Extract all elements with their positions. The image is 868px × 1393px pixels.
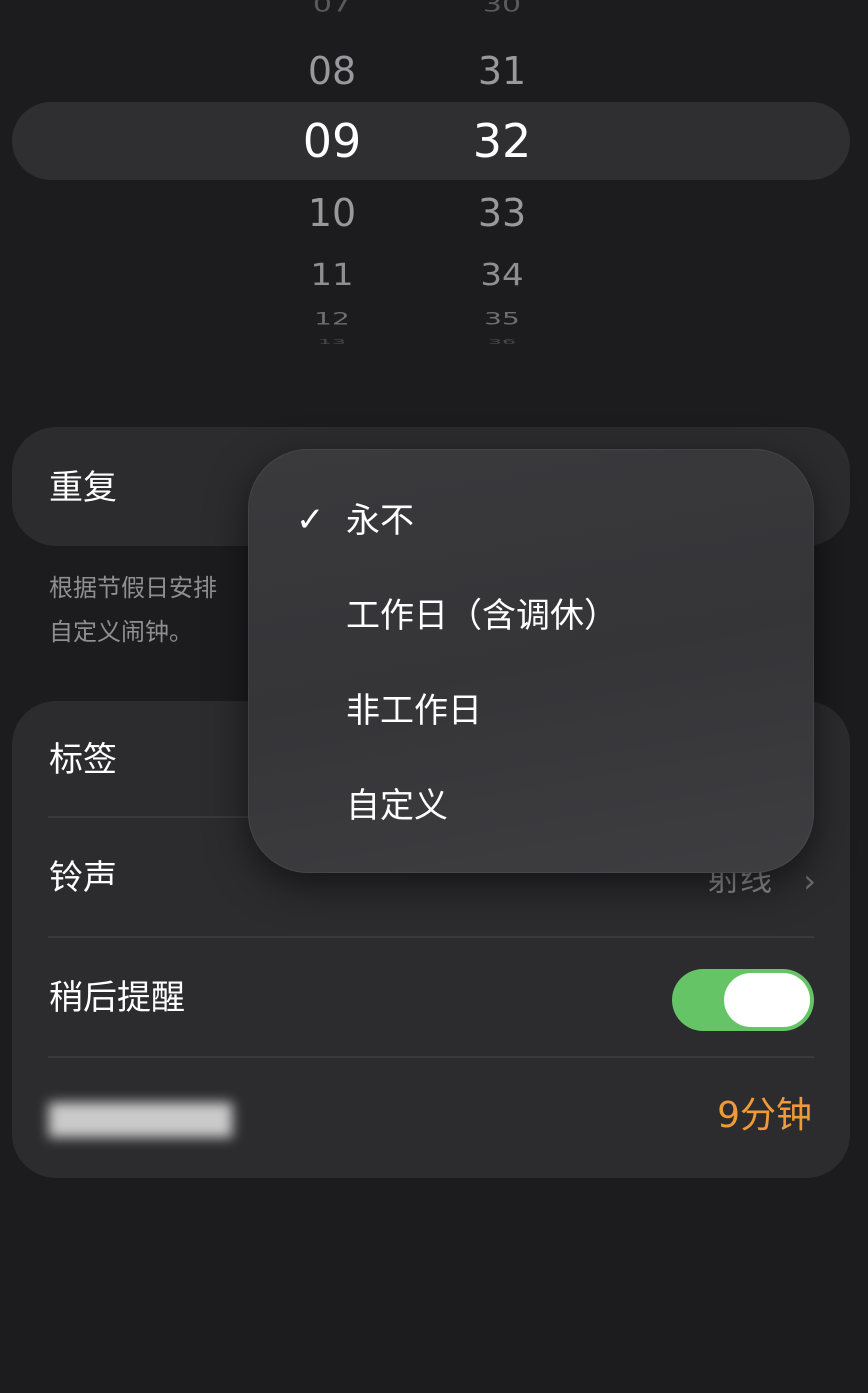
snooze-duration-value[interactable]: 9分钟: [717, 1098, 812, 1134]
minute-option[interactable]: 34: [442, 260, 562, 291]
toggle-knob: [724, 973, 810, 1027]
minute-option[interactable]: 31: [442, 52, 562, 90]
minute-wheel[interactable]: 30 31 32 33 34 35 36: [442, 0, 562, 345]
footnote-line: 根据节假日安排: [49, 574, 217, 602]
repeat-label: 重复: [49, 468, 117, 508]
menu-item-label: 非工作日: [346, 691, 482, 731]
selected-hour[interactable]: 09: [272, 118, 392, 164]
divider: [48, 936, 814, 938]
menu-item-custom[interactable]: 自定义: [248, 760, 814, 855]
hour-option[interactable]: 07: [272, 0, 392, 16]
chevron-right-icon: ›: [803, 862, 816, 900]
divider: [48, 1056, 814, 1058]
hour-option[interactable]: 08: [272, 52, 392, 90]
menu-item-workdays[interactable]: 工作日（含调休）: [248, 570, 814, 665]
snooze-row: 稍后提醒: [12, 939, 850, 1059]
minute-option[interactable]: 35: [442, 310, 562, 328]
menu-item-label: 自定义: [346, 786, 448, 826]
repeat-options-menu: ✓ 永不 工作日（含调休） 非工作日 自定义: [248, 449, 814, 873]
snooze-toggle[interactable]: [672, 969, 814, 1031]
footnote-line: 自定义闹钟。: [49, 618, 193, 646]
picker-selection-highlight: [12, 102, 850, 180]
menu-item-never[interactable]: ✓ 永不: [248, 475, 814, 570]
hour-wheel[interactable]: 07 08 09 10 11 12 13: [272, 0, 392, 345]
hour-option[interactable]: 10: [272, 194, 392, 232]
minute-option[interactable]: 30: [442, 0, 562, 16]
sound-row-label: 铃声: [49, 858, 117, 898]
time-picker[interactable]: 07 08 09 10 11 12 13 30 31 32 33 34 35 3…: [0, 0, 868, 345]
snooze-row-label: 稍后提醒: [49, 978, 185, 1018]
hour-option[interactable]: 11: [272, 260, 392, 291]
hour-option[interactable]: 13: [272, 339, 392, 346]
hour-option[interactable]: 12: [272, 310, 392, 328]
menu-item-label: 永不: [346, 501, 414, 541]
menu-item-non-workdays[interactable]: 非工作日: [248, 665, 814, 760]
minute-option[interactable]: 36: [442, 339, 562, 346]
selected-minute[interactable]: 32: [442, 118, 562, 164]
label-row-label: 标签: [49, 740, 117, 780]
minute-option[interactable]: 33: [442, 194, 562, 232]
repeat-footnote: 根据节假日安排 自定义闹钟。: [49, 566, 269, 654]
menu-item-label: 工作日（含调休）: [346, 596, 618, 636]
snooze-duration-label-redacted: ▇▇▇▇▇▇▇: [49, 1098, 233, 1138]
checkmark-icon: ✓: [296, 500, 325, 540]
